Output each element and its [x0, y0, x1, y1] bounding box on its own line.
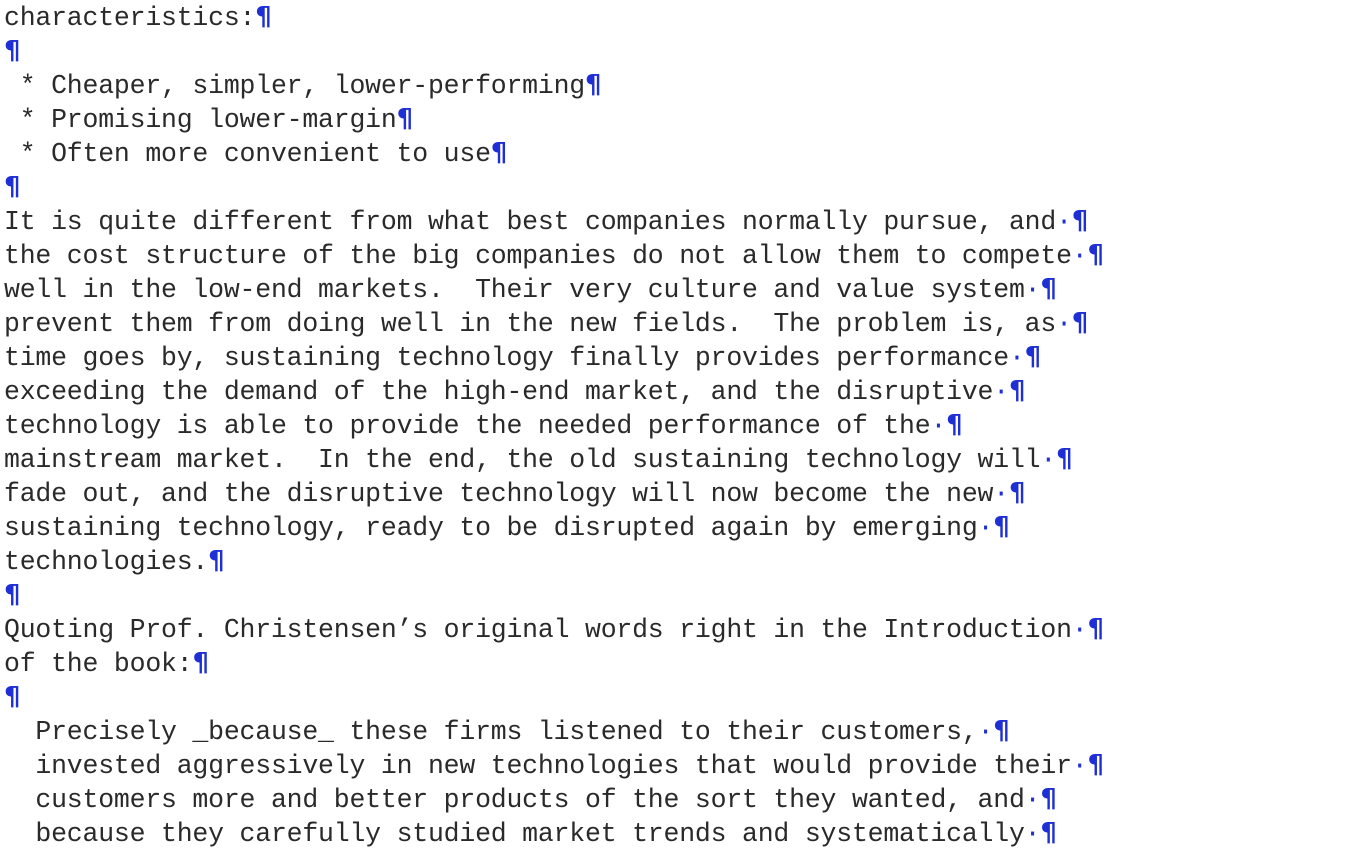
pilcrow-icon: ¶	[1087, 240, 1104, 270]
text-line[interactable]: the cost structure of the big companies …	[4, 238, 1354, 272]
line-text: technologies.	[4, 547, 209, 577]
line-text: characteristics:	[4, 3, 256, 33]
pilcrow-icon: ¶	[208, 546, 225, 576]
pilcrow-icon: ¶	[585, 70, 602, 100]
space-mark-icon: ·	[1024, 275, 1041, 305]
pilcrow-icon: ¶	[993, 512, 1010, 542]
line-text: time goes by, sustaining technology fina…	[4, 343, 1009, 373]
line-text: It is quite different from what best com…	[4, 207, 1057, 237]
text-line[interactable]: of the book:¶	[4, 646, 1354, 680]
text-line[interactable]: exceeding the demand of the high-end mar…	[4, 374, 1354, 408]
pilcrow-icon: ¶	[1040, 274, 1057, 304]
line-text: invested aggressively in new technologie…	[4, 751, 1072, 781]
line-text: technology is able to provide the needed…	[4, 411, 931, 441]
space-mark-icon: ·	[1024, 819, 1041, 849]
line-text: exceeding the demand of the high-end mar…	[4, 377, 994, 407]
pilcrow-icon: ¶	[1087, 614, 1104, 644]
text-line[interactable]: customers more and better products of th…	[4, 782, 1354, 816]
line-text: * Promising lower-margin	[4, 105, 397, 135]
text-line[interactable]: because they carefully studied market tr…	[4, 816, 1354, 850]
line-text: mainstream market. In the end, the old s…	[4, 445, 1041, 475]
pilcrow-icon: ¶	[1040, 818, 1057, 848]
text-line[interactable]: time goes by, sustaining technology fina…	[4, 340, 1354, 374]
line-text: well in the low-end markets. Their very …	[4, 275, 1025, 305]
text-line[interactable]: characteristics:¶	[4, 0, 1354, 34]
pilcrow-icon: ¶	[4, 580, 21, 610]
line-text: customers more and better products of th…	[4, 785, 1025, 815]
pilcrow-icon: ¶	[1087, 750, 1104, 780]
pilcrow-icon: ¶	[1008, 376, 1026, 406]
pilcrow-icon: ¶	[993, 716, 1010, 746]
pilcrow-icon: ¶	[1024, 342, 1042, 372]
text-line[interactable]: technologies.¶	[4, 544, 1354, 578]
line-text: sustaining technology, ready to be disru…	[4, 513, 978, 543]
text-line[interactable]: * Often more convenient to use¶	[4, 136, 1354, 170]
text-line[interactable]: invested aggressively in new technologie…	[4, 748, 1354, 782]
space-mark-icon: ·	[977, 513, 994, 543]
text-line[interactable]: sustaining technology, ready to be disru…	[4, 510, 1354, 544]
text-line[interactable]: ¶	[4, 578, 1354, 612]
space-mark-icon: ·	[1056, 309, 1072, 339]
pilcrow-icon: ¶	[255, 2, 272, 32]
text-line[interactable]: It is quite different from what best com…	[4, 204, 1354, 238]
pilcrow-icon: ¶	[490, 138, 508, 168]
line-text: Quoting Prof. Christensen’s original wor…	[4, 615, 1072, 645]
document-text-area[interactable]: characteristics:¶ ¶ * Cheaper, simpler, l…	[4, 0, 1354, 854]
text-line[interactable]: technology is able to provide the needed…	[4, 408, 1354, 442]
space-mark-icon: ·	[993, 377, 1009, 407]
text-line[interactable]: ¶	[4, 170, 1354, 204]
text-line[interactable]: well in the low-end markets. Their very …	[4, 272, 1354, 306]
text-line[interactable]: ¶	[4, 34, 1354, 68]
pilcrow-icon: ¶	[396, 104, 414, 134]
text-line[interactable]: Quoting Prof. Christensen’s original wor…	[4, 612, 1354, 646]
text-line[interactable]: ¶	[4, 680, 1354, 714]
line-text: fade out, and the disruptive technology …	[4, 479, 994, 509]
pilcrow-icon: ¶	[4, 682, 21, 712]
pilcrow-icon: ¶	[946, 410, 963, 440]
space-mark-icon: ·	[1071, 615, 1088, 645]
space-mark-icon: ·	[1071, 241, 1088, 271]
space-mark-icon: ·	[977, 717, 994, 747]
line-text: because they carefully studied market tr…	[4, 819, 1025, 849]
line-text: * Cheaper, simpler, lower-performing	[4, 71, 586, 101]
space-mark-icon: ·	[1056, 207, 1072, 237]
text-line[interactable]: mainstream market. In the end, the old s…	[4, 442, 1354, 476]
space-mark-icon: ·	[1071, 751, 1088, 781]
line-text: the cost structure of the big companies …	[4, 241, 1072, 271]
pilcrow-icon: ¶	[1071, 206, 1089, 236]
line-text: Precisely _because_ these firms listened…	[4, 717, 978, 747]
text-line[interactable]: * Cheaper, simpler, lower-performing¶	[4, 68, 1354, 102]
line-text: * Often more convenient to use	[4, 139, 491, 169]
space-mark-icon: ·	[1040, 445, 1057, 475]
pilcrow-icon: ¶	[4, 36, 21, 66]
pilcrow-icon: ¶	[1008, 478, 1026, 508]
pilcrow-icon: ¶	[1056, 444, 1073, 474]
pilcrow-icon: ¶	[4, 172, 21, 202]
space-mark-icon: ·	[993, 479, 1009, 509]
pilcrow-icon: ¶	[192, 648, 209, 678]
space-mark-icon: ·	[1024, 785, 1041, 815]
text-line[interactable]: Precisely _because_ these firms listened…	[4, 714, 1354, 748]
pilcrow-icon: ¶	[1040, 784, 1057, 814]
space-mark-icon: ·	[930, 411, 947, 441]
space-mark-icon: ·	[1008, 343, 1025, 373]
text-line[interactable]: fade out, and the disruptive technology …	[4, 476, 1354, 510]
text-line[interactable]: * Promising lower-margin¶	[4, 102, 1354, 136]
line-text: prevent them from doing well in the new …	[4, 309, 1057, 339]
line-text: of the book:	[4, 649, 193, 679]
text-line[interactable]: prevent them from doing well in the new …	[4, 306, 1354, 340]
pilcrow-icon: ¶	[1071, 308, 1089, 338]
